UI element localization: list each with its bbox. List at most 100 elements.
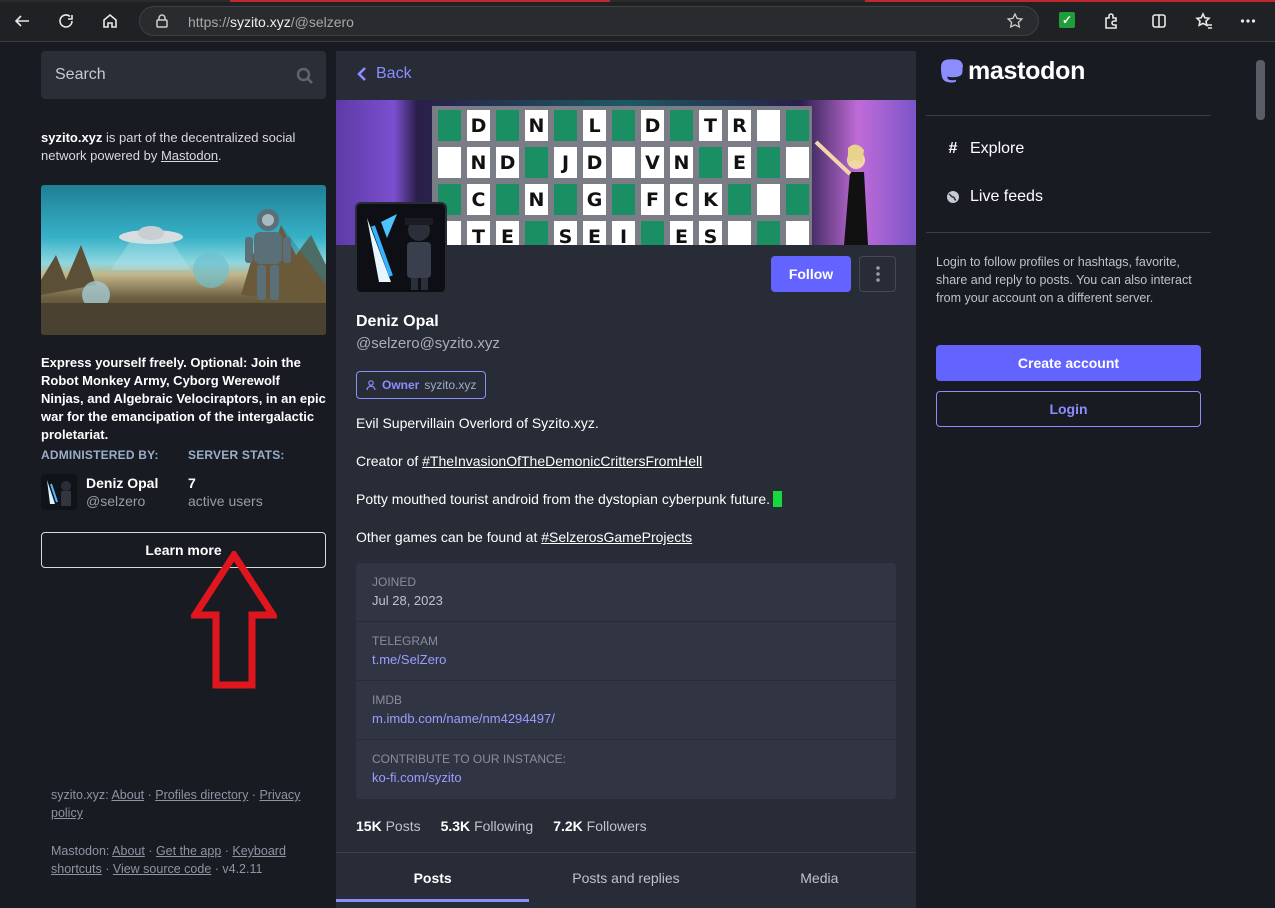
puzzle-tile [612, 110, 635, 141]
login-button[interactable]: Login [936, 391, 1201, 427]
puzzle-tile: I [612, 221, 635, 245]
create-account-button[interactable]: Create account [936, 345, 1201, 381]
puzzle-tile [612, 184, 635, 215]
favorite-star-icon[interactable] [1006, 12, 1024, 30]
puzzle-tile [438, 147, 461, 178]
follow-button[interactable]: Follow [771, 256, 851, 292]
profiles-directory-link[interactable]: Profiles directory [155, 788, 248, 802]
puzzle-tile: E [496, 221, 519, 245]
puzzle-tile: N [525, 110, 548, 141]
home-icon[interactable] [96, 8, 124, 34]
puzzle-tile: V [641, 147, 664, 178]
admin-handle: @selzero [86, 493, 146, 509]
globe-icon [947, 191, 959, 203]
bio-line-1: Evil Supervillain Overlord of Syzito.xyz… [356, 415, 599, 431]
puzzle-tile: D [641, 110, 664, 141]
hashtag-link-game-projects[interactable]: #SelzerosGameProjects [541, 529, 692, 545]
puzzle-tile: T [699, 110, 722, 141]
following-count[interactable]: 5.3K Following [441, 818, 534, 834]
puzzle-tile: J [554, 147, 577, 178]
puzzle-tile [757, 110, 780, 141]
puzzle-tile: C [670, 184, 693, 215]
owner-badge: Owner syzito.xyz [356, 371, 487, 399]
profile-column: Back DNLDTRNDJDVNECNGFCKTESEIES Follow D… [336, 51, 916, 908]
field-imdb: IMDB m.imdb.com/name/nm4294497/ [356, 681, 896, 740]
puzzle-tile [641, 221, 664, 245]
mastodon-logo-icon [941, 58, 963, 83]
get-the-app-link[interactable]: Get the app [156, 844, 221, 858]
mastodon-about-link[interactable]: About [112, 844, 145, 858]
profile-fields: JOINED Jul 28, 2023 TELEGRAM t.me/SelZer… [356, 563, 896, 799]
hashtag-link-invasion[interactable]: #TheInvasionOfTheDemonicCrittersFromHell [422, 453, 702, 469]
back-button[interactable]: Back [356, 65, 412, 83]
browser-toolbar: https://syzito.xyz/@selzero ✓ [0, 0, 1275, 42]
tab-media[interactable]: Media [723, 853, 916, 902]
puzzle-tile [757, 221, 780, 245]
hashtag-icon: # [948, 140, 958, 157]
nav-explore[interactable]: # Explore [946, 140, 1025, 158]
puzzle-tile: K [699, 184, 722, 215]
puzzle-tile: E [670, 221, 693, 245]
profile-display-name: Deniz Opal [356, 313, 439, 330]
nav-live-feeds[interactable]: Live feeds [946, 188, 1043, 206]
learn-more-button[interactable]: Learn more [41, 532, 326, 568]
mastodon-link[interactable]: Mastodon [161, 148, 218, 163]
field-telegram: TELEGRAM t.me/SelZero [356, 622, 896, 681]
active-users-label: active users [188, 493, 263, 509]
footer-about-link[interactable]: About [111, 788, 144, 802]
tab-posts[interactable]: Posts [336, 853, 530, 902]
puzzle-tile [554, 110, 577, 141]
more-options-button[interactable] [859, 256, 896, 292]
admin-avatar[interactable] [41, 474, 77, 510]
extensions-puzzle-icon[interactable] [1097, 8, 1125, 34]
puzzle-tile: N [670, 147, 693, 178]
mastodon-logo[interactable]: mastodon [939, 57, 1085, 86]
admin-name[interactable]: Deniz Opal [86, 475, 158, 491]
puzzle-tile: G [583, 184, 606, 215]
view-source-link[interactable]: View source code [113, 862, 211, 876]
version-label: v4.2.11 [222, 862, 263, 876]
profile-handle: @selzero@syzito.xyz [356, 335, 500, 352]
puzzle-tile: D [467, 110, 490, 141]
puzzle-tile [525, 147, 548, 178]
scrollbar-track[interactable] [1254, 42, 1268, 908]
kofi-link[interactable]: ko-fi.com/syzito [372, 770, 462, 785]
puzzle-tile: F [641, 184, 664, 215]
posts-count[interactable]: 15K Posts [356, 818, 421, 834]
tab-posts-and-replies[interactable]: Posts and replies [529, 853, 722, 902]
puzzle-tile: S [554, 221, 577, 245]
search-icon[interactable] [296, 67, 314, 85]
puzzle-tile [438, 110, 461, 141]
profile-tabs: Posts Posts and replies Media [336, 852, 916, 902]
back-arrow-icon[interactable] [8, 8, 36, 34]
followers-count[interactable]: 7.2K Followers [553, 818, 646, 834]
puzzle-tile: L [583, 110, 606, 141]
imdb-link[interactable]: m.imdb.com/name/nm4294497/ [372, 711, 555, 726]
vertical-dots-icon [875, 266, 880, 282]
profile-avatar[interactable] [355, 202, 447, 294]
reload-icon[interactable] [52, 8, 80, 34]
search-placeholder: Search [55, 66, 106, 83]
puzzle-tile: N [467, 147, 490, 178]
telegram-link[interactable]: t.me/SelZero [372, 652, 446, 667]
favorites-icon[interactable] [1190, 8, 1218, 34]
scrollbar-thumb[interactable] [1256, 60, 1265, 120]
split-screen-icon[interactable] [1145, 8, 1173, 34]
search-input[interactable]: Search [41, 51, 326, 99]
extension-check-icon[interactable]: ✓ [1059, 12, 1075, 28]
login-prompt-text: Login to follow profiles or hashtags, fa… [936, 255, 1192, 305]
puzzle-tile: E [583, 221, 606, 245]
lock-icon [156, 14, 168, 28]
server-description: syzito.xyz is part of the decentralized … [41, 130, 296, 163]
server-hero-image [41, 185, 326, 335]
bio-line-2: Creator of #TheInvasionOfTheDemonicCritt… [356, 453, 703, 469]
puzzle-board: DNLDTRNDJDVNECNGFCKTESEIES [432, 106, 812, 245]
more-menu-icon[interactable] [1234, 8, 1262, 34]
mastodon-footer-links: Mastodon: About · Get the app · Keyboard… [51, 844, 286, 876]
puzzle-tile [757, 147, 780, 178]
puzzle-tile: T [467, 221, 490, 245]
address-bar[interactable]: https://syzito.xyz/@selzero [139, 6, 1039, 36]
puzzle-tile [554, 184, 577, 215]
server-footer-links: syzito.xyz: About · Profiles directory ·… [51, 788, 301, 820]
puzzle-tile: N [525, 184, 548, 215]
